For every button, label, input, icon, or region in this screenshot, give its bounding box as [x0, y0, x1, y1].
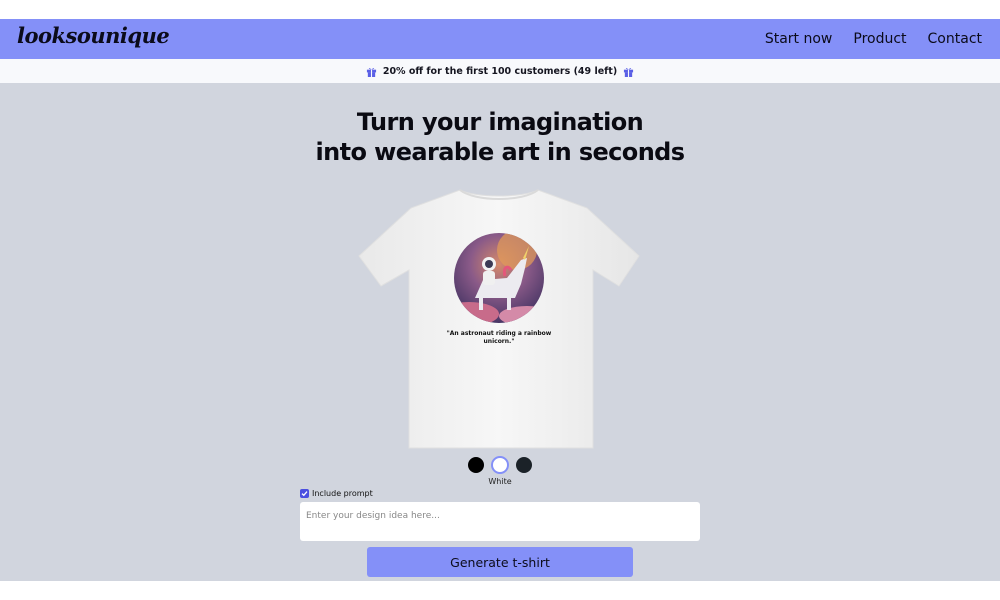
gift-icon — [624, 67, 634, 77]
promo-text: 20% off for the first 100 customers (49 … — [382, 65, 618, 77]
headline-line-1: Turn your imagination — [356, 108, 644, 136]
include-prompt-label: Include prompt — [312, 489, 373, 498]
nav-links: Start now Product Contact — [765, 19, 982, 59]
navbar: looksounique Start now Product Contact — [0, 19, 1000, 59]
brand-logo[interactable]: looksounique — [17, 23, 170, 48]
selected-color-label: White — [488, 477, 512, 486]
headline-line-2: into wearable art in seconds — [315, 138, 686, 166]
color-swatches — [0, 456, 1000, 474]
swatch-dark-navy[interactable] — [516, 457, 532, 473]
nav-link-start-now[interactable]: Start now — [765, 31, 833, 47]
hero-headline: Turn your imagination into wearable art … — [0, 107, 1000, 167]
nav-link-contact[interactable]: Contact — [928, 31, 982, 47]
nav-link-product[interactable]: Product — [853, 31, 906, 47]
design-idea-input[interactable] — [300, 502, 700, 541]
include-prompt-row: Include prompt — [300, 489, 373, 498]
tshirt-image: "An astronaut riding a rainbow unicorn." — [358, 189, 640, 449]
include-prompt-checkbox[interactable] — [300, 489, 309, 498]
page: looksounique Start now Product Contact 2… — [0, 0, 1000, 600]
generate-tshirt-button[interactable]: Generate t-shirt — [367, 547, 633, 577]
tshirt-preview: "An astronaut riding a rainbow unicorn." — [357, 186, 642, 451]
checkmark-icon — [301, 491, 308, 497]
shirt-caption-line-2: unicorn." — [484, 338, 515, 345]
gift-icon — [366, 67, 376, 77]
swatch-white[interactable] — [491, 456, 509, 474]
hero-section: Turn your imagination into wearable art … — [0, 83, 1000, 581]
promo-banner: 20% off for the first 100 customers (49 … — [0, 59, 1000, 83]
shirt-caption-line-1: "An astronaut riding a rainbow — [447, 330, 552, 337]
swatch-black[interactable] — [468, 457, 484, 473]
